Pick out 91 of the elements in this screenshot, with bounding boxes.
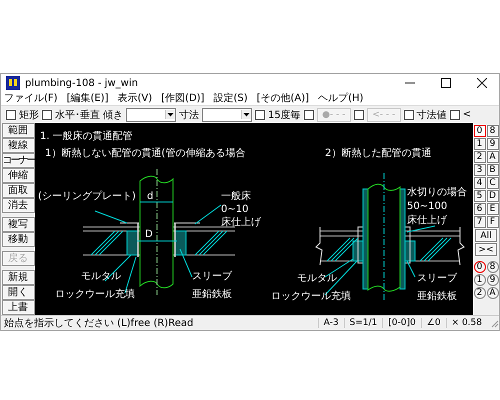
checkbox[interactable] (6, 110, 16, 120)
layer-tool-button[interactable]: All (475, 229, 497, 242)
menu-item[interactable]: [編集(E)] (66, 92, 108, 105)
app-icon (6, 76, 20, 90)
drawing-label: スリーブ (417, 273, 457, 284)
layer-group-button[interactable]: 2 (474, 287, 486, 299)
status-message: 始点を指示してください (L)free (R)Read (4, 316, 194, 330)
layer-group-button[interactable]: 0 (474, 261, 486, 273)
checkbox-label: < (462, 109, 472, 120)
drawing-label: (シーリングプレート) (38, 191, 136, 202)
detail-title: 2）断熱した配管の貫通 (325, 148, 432, 159)
layer-button[interactable]: D (486, 190, 498, 202)
status-cell: A-3 (318, 318, 344, 328)
drawing-label: 亜鉛鉄板 (192, 289, 232, 300)
drawing-label: 床仕上げ (221, 217, 261, 228)
layer-group-button[interactable]: 1 (474, 274, 486, 286)
layer-button[interactable]: 2 (474, 151, 486, 163)
layer-tool-button[interactable]: >< (475, 243, 497, 256)
combo-label: 傾き (103, 108, 123, 122)
layer-group-button[interactable]: 8 (486, 261, 498, 273)
menu-item[interactable]: ファイル(F) (4, 92, 58, 105)
combo-box[interactable] (202, 108, 252, 122)
layer-button[interactable]: F (486, 216, 498, 228)
layer-button[interactable]: C (486, 177, 498, 189)
layer-button[interactable]: 1 (474, 138, 486, 150)
layer-group-button[interactable]: 9 (486, 274, 498, 286)
drawing-label: 50~100 (407, 201, 448, 212)
checkbox-label: 水平･垂直 (55, 108, 100, 122)
layer-button[interactable]: 6 (474, 203, 486, 215)
layer-button[interactable]: B (486, 164, 498, 176)
drawing-label: D (145, 229, 153, 240)
layer-button[interactable]: 3 (474, 164, 486, 176)
drawing-label: d (147, 191, 154, 202)
drawing-label: モルタル (81, 271, 121, 282)
tool-button[interactable]: 移動 (2, 232, 34, 247)
drawing-label: 亜鉛鉄板 (417, 291, 457, 302)
checkbox-label: 15度毎 (268, 108, 301, 122)
drawing-label: 0~10 (221, 204, 248, 215)
tool-button[interactable]: 上書 (2, 300, 34, 315)
checkbox[interactable] (404, 110, 414, 120)
tool-button[interactable]: 伸縮 (2, 168, 34, 183)
drawing-label: ロックウール充填 (271, 291, 351, 302)
close-icon[interactable] (477, 78, 487, 88)
layer-button[interactable]: 9 (486, 138, 498, 150)
layer-button[interactable]: A (486, 151, 498, 163)
menu-item[interactable]: ヘルプ(H) (318, 92, 364, 105)
tool-button[interactable]: 面取 (2, 183, 34, 198)
status-cell: [0-0]0 (382, 318, 421, 328)
checkbox[interactable] (450, 110, 460, 120)
layer-button[interactable]: 4 (474, 177, 486, 189)
status-cell: × 0.58 (446, 318, 487, 328)
window-title: plumbing-108 - jw_win (25, 78, 138, 89)
checkbox[interactable] (255, 110, 265, 120)
tool-button[interactable]: 新規 (2, 270, 34, 285)
menu-item[interactable]: 表示(V) (118, 92, 152, 105)
dropdown-arrow-icon (165, 110, 175, 120)
drawing-label: ロックウール充填 (55, 289, 135, 300)
tool-button[interactable]: 消去 (2, 198, 34, 213)
combo-label: 寸法 (179, 108, 199, 122)
resize-grip-icon (489, 318, 499, 328)
maximize-icon[interactable] (441, 78, 451, 88)
layer-button[interactable]: 8 (486, 125, 498, 137)
drawing-label: 一般床 (221, 191, 251, 202)
checkbox[interactable] (42, 110, 52, 120)
detail-title: 1）断熱しない配管の貫通(管の伸縮ある場合 (45, 148, 246, 159)
tool-button[interactable]: 開く (2, 285, 34, 300)
status-cell: ∠0 (420, 318, 446, 328)
drawing-label: 水切りの場合 (407, 187, 467, 198)
tool-button[interactable]: コーナー (2, 153, 34, 168)
menu-item[interactable]: [作図(D)] (161, 92, 204, 105)
drawing-label: スリーブ (192, 271, 232, 282)
menu-item[interactable]: 設定(S) (213, 92, 248, 105)
status-cell: S=1/1 (344, 318, 382, 328)
layer-button[interactable]: 0 (474, 125, 486, 137)
checkbox-label: 矩形 (19, 108, 39, 122)
tool-button[interactable]: 範囲 (2, 123, 34, 138)
drawing-label: モルタル (297, 273, 337, 284)
menu-item[interactable]: [その他(A)] (256, 92, 310, 105)
tool-button[interactable]: 複写 (2, 217, 34, 232)
layer-button[interactable]: E (486, 203, 498, 215)
drawing-label: 床仕上げ (407, 215, 447, 226)
combo-box[interactable] (126, 108, 176, 122)
tool-button[interactable]: 複線 (2, 138, 34, 153)
checkbox[interactable] (304, 110, 314, 120)
checkbox-label: 寸法値 (416, 108, 447, 122)
drawing-heading: 1. 一般床の貫通配管 (40, 131, 133, 142)
layer-button[interactable]: 5 (474, 190, 486, 202)
dropdown-arrow-icon (241, 110, 251, 120)
layer-group-button[interactable]: A (486, 287, 498, 299)
checkbox[interactable] (354, 110, 364, 120)
layer-button[interactable]: 7 (474, 216, 486, 228)
